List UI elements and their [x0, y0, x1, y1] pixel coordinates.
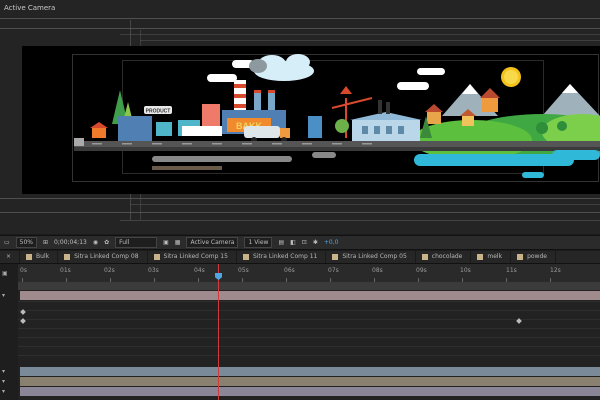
composition-viewer[interactable]: Active Camera PRODUCT	[0, 0, 600, 234]
house-icon	[427, 112, 441, 124]
flowchart-icon[interactable]: ⊡	[302, 239, 307, 246]
tree-icon	[557, 121, 567, 131]
comp-swatch-icon	[421, 254, 428, 260]
cloud-icon	[207, 74, 237, 82]
viewer-label: Active Camera	[4, 4, 56, 12]
pipe	[152, 156, 292, 162]
viewer-status-bar: ▭ 50% ⊞ 0;00;04;13 ◉ ✿ Full ▣ ▦ Active C…	[0, 235, 600, 250]
chimney-icon	[268, 90, 275, 112]
layer-duration-bar[interactable]	[20, 367, 600, 376]
view-options-icon[interactable]: ▤	[278, 239, 284, 246]
composition-canvas[interactable]: BAKK PRODUCT	[22, 46, 600, 194]
transparency-icon[interactable]: ▦	[175, 239, 181, 246]
tick-label: 02s	[104, 267, 115, 274]
tick-label: 11s	[506, 267, 517, 274]
region-icon[interactable]: ▣	[163, 239, 169, 246]
comp-swatch-icon	[517, 254, 524, 260]
view-layout-dropdown[interactable]: 1 View	[244, 237, 273, 248]
building-icon	[308, 116, 322, 138]
tick-label: 0s	[20, 267, 27, 274]
tick-label: 01s	[60, 267, 71, 274]
layer-duration-bar[interactable]	[20, 387, 600, 396]
comp-tab[interactable]: Bulk	[20, 251, 59, 263]
work-area-bar[interactable]	[18, 282, 600, 290]
guide-line	[120, 34, 600, 35]
tick-label: 03s	[148, 267, 159, 274]
tick-label: 06s	[284, 267, 295, 274]
timecode-display[interactable]: 0;00;04;13	[54, 239, 87, 246]
current-time-indicator[interactable]	[218, 264, 219, 400]
house-icon	[482, 98, 498, 112]
factory-building-icon	[118, 116, 152, 142]
cloud-icon	[417, 68, 445, 75]
chimney-icon	[254, 90, 261, 112]
tree-icon	[335, 119, 349, 133]
tick-label: 08s	[372, 267, 383, 274]
comp-tab[interactable]: Sitra Linked Comp 08	[58, 251, 148, 263]
tab-close-icon[interactable]: ×	[0, 251, 21, 263]
guide-line	[0, 198, 600, 199]
channel-icon[interactable]: ✿	[104, 239, 109, 246]
comp-tab[interactable]: melk	[471, 251, 512, 263]
comp-swatch-icon	[242, 254, 249, 260]
expand-arrow-icon[interactable]: ▾	[2, 378, 5, 385]
tick-label: 05s	[238, 267, 249, 274]
rail-track	[152, 166, 222, 170]
comp-swatch-icon	[26, 254, 33, 260]
render-icon[interactable]: ◧	[290, 239, 296, 246]
tick-label: 10s	[460, 267, 471, 274]
comp-icon[interactable]: ▣	[2, 270, 8, 277]
comp-swatch-icon	[64, 254, 71, 260]
monitor-icon[interactable]: ▭	[4, 239, 10, 246]
timeline-panel[interactable]: ▣ ▾ ▾ ▾ ▾ 0s 01s 02s 03s 04s 05s 06s 07s…	[0, 264, 600, 400]
guide-line	[120, 220, 600, 221]
layer-duration-bar[interactable]	[20, 291, 600, 300]
tick-label: 04s	[194, 267, 205, 274]
tick-label: 07s	[328, 267, 339, 274]
comp-swatch-icon	[332, 254, 339, 260]
water-pond	[414, 154, 574, 166]
house-icon	[462, 116, 474, 126]
cloud-icon	[397, 82, 429, 90]
comp-tab[interactable]: Sitra Linked Comp 15	[148, 251, 237, 263]
guide-line	[130, 204, 600, 205]
tick-label: 12s	[550, 267, 561, 274]
factory-landscape-illustration: BAKK PRODUCT	[74, 54, 600, 178]
layer-switches-column: ▣ ▾ ▾ ▾ ▾	[0, 264, 18, 400]
expand-arrow-icon[interactable]: ▾	[2, 368, 5, 375]
tick-label: 09s	[416, 267, 427, 274]
comp-tab[interactable]: powde	[511, 251, 556, 263]
zoom-dropdown[interactable]: 50%	[15, 237, 38, 248]
composition-tabs: × Bulk Sitra Linked Comp 08 Sitra Linked…	[0, 251, 600, 264]
layer-duration-bar[interactable]	[20, 377, 600, 386]
house-icon	[92, 128, 106, 138]
grid-icon[interactable]: ⊞	[43, 239, 48, 246]
exposure-value[interactable]: +0,0	[324, 239, 339, 246]
tanker-truck-icon	[244, 126, 280, 138]
expand-arrow-icon[interactable]: ▾	[2, 292, 5, 299]
resolution-dropdown[interactable]: Full	[115, 237, 158, 248]
svg-text:PRODUCT: PRODUCT	[146, 109, 171, 115]
camera-dropdown[interactable]: Active Camera	[186, 237, 239, 248]
time-ruler[interactable]: 0s 01s 02s 03s 04s 05s 06s 07s 08s 09s 1…	[18, 264, 600, 282]
guide-line	[0, 18, 600, 19]
comp-swatch-icon	[477, 254, 484, 260]
comp-tab[interactable]: chocolade	[416, 251, 472, 263]
expand-arrow-icon[interactable]: ▾	[2, 388, 5, 395]
exposure-icon[interactable]: ✱	[313, 239, 318, 246]
comp-tab[interactable]: Sitra Linked Comp 11	[237, 251, 327, 263]
pipe	[312, 152, 336, 158]
tree-icon	[536, 122, 548, 134]
guide-line	[0, 28, 600, 29]
snapshot-icon[interactable]: ◉	[93, 239, 98, 246]
guide-line	[0, 212, 600, 213]
crane-icon	[331, 97, 373, 109]
comp-swatch-icon	[153, 254, 160, 260]
comp-tab[interactable]: Sitra Linked Comp 05	[326, 251, 416, 263]
guide-line	[140, 40, 600, 41]
